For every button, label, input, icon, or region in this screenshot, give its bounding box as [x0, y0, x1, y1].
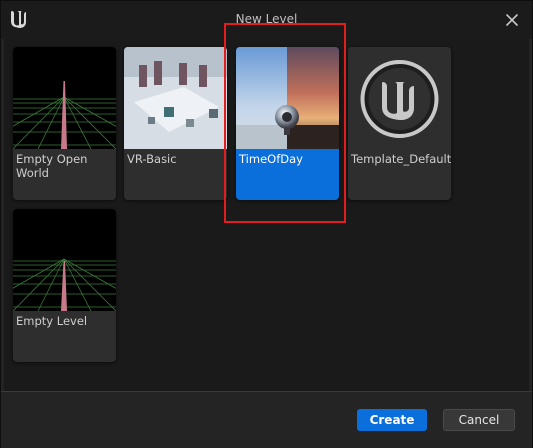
- dialog-footer: Create Cancel: [1, 391, 532, 448]
- template-tile-timeofday[interactable]: TimeOfDay: [236, 47, 339, 200]
- close-button[interactable]: [502, 10, 522, 30]
- template-label: Empty Open World: [16, 152, 88, 180]
- cancel-button[interactable]: Cancel: [443, 409, 515, 431]
- grid-horizon-icon: [13, 209, 116, 311]
- chrome-sphere-sky-icon: [236, 47, 339, 149]
- title-bar: New Level: [1, 1, 532, 39]
- close-icon: [506, 14, 518, 26]
- dialog-title: New Level: [235, 12, 298, 26]
- grid-horizon-icon: [13, 47, 116, 149]
- template-tile-empty-open-world[interactable]: Empty Open World: [13, 47, 116, 200]
- template-tile-template-default[interactable]: Template_Default: [348, 47, 451, 200]
- new-level-dialog: New Level Empty Open World VR-Basic Time…: [0, 0, 533, 448]
- template-grid: Empty Open World VR-Basic TimeOfDay Temp…: [4, 39, 529, 391]
- unreal-logo-icon: [348, 47, 451, 149]
- template-tile-empty-level[interactable]: Empty Level: [13, 209, 116, 362]
- create-button[interactable]: Create: [357, 409, 427, 431]
- vr-room-icon: [124, 47, 227, 149]
- template-label: VR-Basic: [127, 152, 177, 166]
- template-label: Template_Default: [351, 152, 451, 166]
- template-tile-vr-basic[interactable]: VR-Basic: [124, 47, 227, 200]
- template-label: Empty Level: [16, 314, 88, 328]
- template-label: TimeOfDay: [239, 152, 303, 166]
